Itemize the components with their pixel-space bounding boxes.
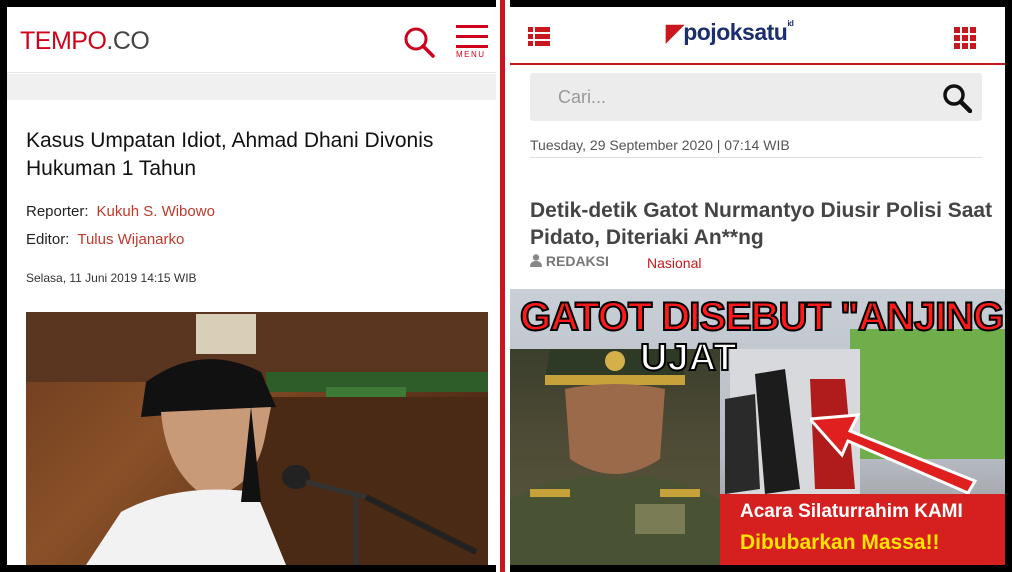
user-icon	[530, 253, 546, 269]
tempo-screen: TEMPO.CO MENU Kasus Umpatan Idiot, Ahmad…	[7, 7, 496, 565]
search-icon[interactable]	[942, 83, 973, 114]
search-icon[interactable]	[402, 25, 436, 59]
tempo-logo[interactable]: TEMPO.CO	[20, 27, 150, 56]
reporter-link[interactable]: Kukuh S. Wibowo	[97, 203, 215, 220]
tempo-header: TEMPO.CO MENU	[7, 7, 496, 73]
divider	[530, 157, 982, 158]
editor-link[interactable]: Tulus Wijanarko	[77, 231, 184, 248]
search-input[interactable]	[530, 73, 910, 121]
category-link[interactable]: Nasional	[647, 255, 701, 271]
composite-frame: TEMPO.CO MENU Kasus Umpatan Idiot, Ahmad…	[0, 0, 1012, 572]
article-title: Detik-detik Gatot Nurmantyo Diusir Polis…	[530, 199, 993, 249]
pojoksatu-logo[interactable]: ◤pojoksatuid	[666, 19, 794, 46]
image-headline: GATOT DISEBUT "ANJING"	[519, 294, 1005, 340]
publish-date: Selasa, 11 Juni 2019 14:15 WIB	[26, 271, 197, 285]
red-arrow-icon	[810, 413, 978, 495]
publish-date: Tuesday, 29 September 2020 | 07:14 WIB	[530, 137, 790, 153]
article-title: Kasus Umpatan Idiot, Ahmad Dhani Divonis…	[26, 129, 434, 180]
list-menu-icon[interactable]	[528, 27, 550, 47]
article-photo: GATOT DISEBUT "ANJING" UJAT Acara Silatu…	[510, 289, 1005, 565]
menu-button[interactable]: MENU	[456, 25, 492, 69]
article-photo	[26, 312, 488, 565]
image-subheadline: UJAT	[639, 336, 737, 380]
grid-menu-icon[interactable]	[954, 27, 976, 49]
search-bar	[530, 73, 982, 121]
author-line[interactable]: REDAKSI	[530, 253, 609, 269]
pojoksatu-header: ◤pojoksatuid	[510, 7, 1005, 65]
menu-label: MENU	[456, 50, 486, 59]
reporter-label: Reporter:	[26, 203, 89, 220]
logo-mark-icon: ◤	[666, 19, 684, 45]
editor-line: Editor: Tulus Wijanarko	[26, 231, 184, 248]
panel-divider	[496, 0, 510, 572]
hamburger-icon	[456, 25, 488, 28]
header-spacer	[7, 74, 496, 100]
reporter-line: Reporter: Kukuh S. Wibowo	[26, 203, 215, 220]
caption-line-1: Acara Silaturrahim KAMI	[740, 501, 963, 522]
caption-line-2: Dibubarkan Massa!!	[740, 531, 940, 554]
pojoksatu-screen: ◤pojoksatuid Tuesday, 29 September 2020 …	[510, 7, 1005, 565]
author-name: REDAKSI	[545, 253, 609, 269]
editor-label: Editor:	[26, 231, 70, 248]
general-portrait	[510, 349, 720, 565]
